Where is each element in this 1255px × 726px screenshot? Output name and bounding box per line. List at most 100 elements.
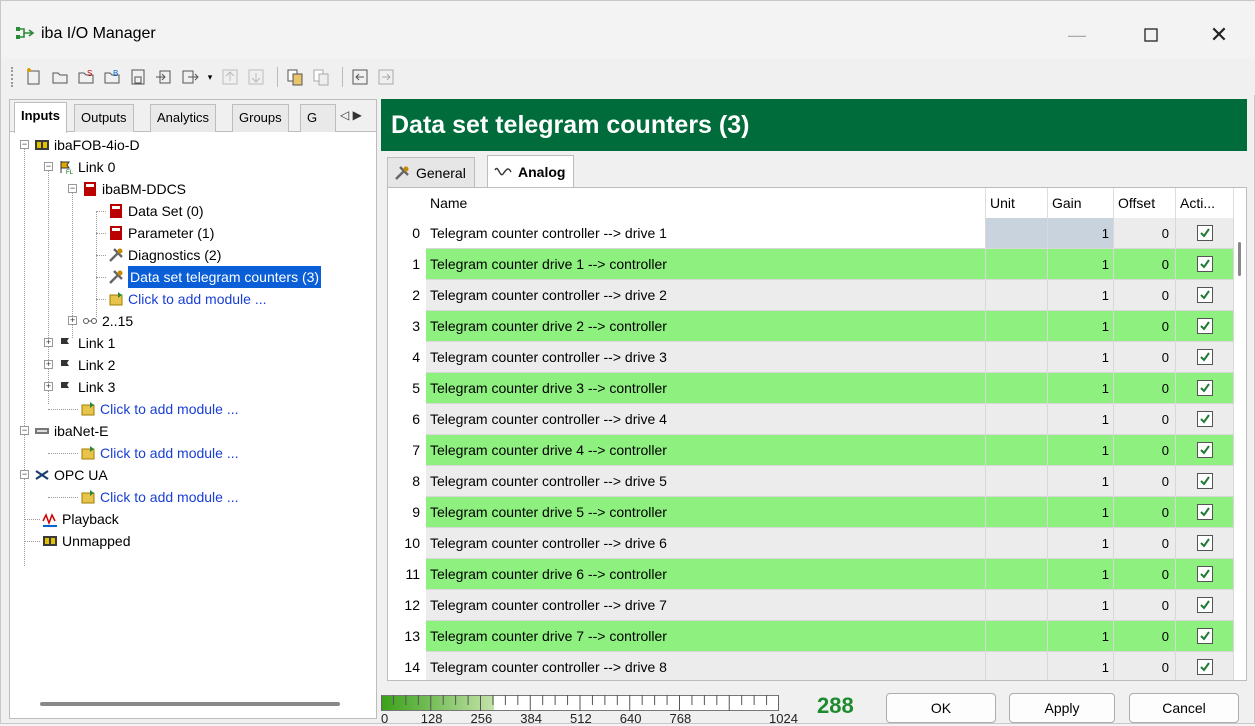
maximize-button[interactable] [1128, 15, 1174, 55]
export-icon[interactable] [179, 66, 201, 88]
table-row[interactable]: 0 Telegram counter controller --> drive 1… [388, 218, 1234, 249]
table-row[interactable]: 11 Telegram counter drive 6 --> controlle… [388, 559, 1234, 590]
table-row[interactable]: 7 Telegram counter drive 4 --> controller… [388, 435, 1234, 466]
tree-node-ibanet-e[interactable]: ibaNet-E [34, 420, 108, 442]
gain-cell[interactable]: 1 [1048, 311, 1114, 342]
active-checkbox[interactable] [1196, 473, 1213, 489]
table-row[interactable]: 8 Telegram counter controller --> drive 5… [388, 466, 1234, 497]
unit-cell[interactable] [986, 435, 1048, 466]
signal-name-cell[interactable]: Telegram counter drive 1 --> controller [426, 249, 986, 280]
gain-cell[interactable]: 1 [1048, 404, 1114, 435]
active-checkbox[interactable] [1196, 504, 1213, 520]
table-row[interactable]: 2 Telegram counter controller --> drive 2… [388, 280, 1234, 311]
unit-cell[interactable] [986, 497, 1048, 528]
active-checkbox[interactable] [1196, 535, 1213, 551]
active-checkbox[interactable] [1196, 442, 1213, 458]
open-config-s-icon[interactable]: S [75, 66, 97, 88]
unit-cell[interactable] [986, 559, 1048, 590]
tree-node-dataset[interactable]: Data Set (0) [108, 200, 203, 222]
tree-node-playback[interactable]: Playback [42, 508, 119, 530]
signal-name-cell[interactable]: Telegram counter drive 7 --> controller [426, 621, 986, 652]
active-checkbox[interactable] [1196, 597, 1213, 613]
signal-name-cell[interactable]: Telegram counter drive 6 --> controller [426, 559, 986, 590]
offset-cell[interactable]: 0 [1114, 280, 1176, 311]
gain-cell[interactable]: 1 [1048, 280, 1114, 311]
active-checkbox[interactable] [1196, 256, 1213, 272]
active-checkbox[interactable] [1196, 349, 1213, 365]
unit-cell[interactable] [986, 528, 1048, 559]
tree-node-link1[interactable]: Link 1 [58, 332, 115, 354]
table-row[interactable]: 6 Telegram counter controller --> drive 4… [388, 404, 1234, 435]
tree-node-parameter[interactable]: Parameter (1) [108, 222, 214, 244]
offset-cell[interactable]: 0 [1114, 342, 1176, 373]
offset-cell[interactable]: 0 [1114, 621, 1176, 652]
tree-node-range[interactable]: 2..15 [82, 310, 133, 332]
gain-cell[interactable]: 1 [1048, 373, 1114, 404]
tree-node-unmapped[interactable]: Unmapped [42, 530, 131, 552]
active-checkbox[interactable] [1196, 225, 1213, 241]
table-row[interactable]: 13 Telegram counter drive 7 --> controlle… [388, 621, 1234, 652]
gain-cell[interactable]: 1 [1048, 497, 1114, 528]
gain-cell[interactable]: 1 [1048, 466, 1114, 497]
apply-button[interactable]: Apply [1009, 693, 1115, 723]
offset-cell[interactable]: 0 [1114, 249, 1176, 280]
signal-name-cell[interactable]: Telegram counter drive 2 --> controller [426, 311, 986, 342]
tab-inputs[interactable]: Inputs [14, 102, 67, 133]
tree-node-add-module[interactable]: Click to add module ... [108, 288, 267, 310]
unit-cell[interactable] [986, 404, 1048, 435]
signal-name-cell[interactable]: Telegram counter controller --> drive 7 [426, 590, 986, 621]
offset-cell[interactable]: 0 [1114, 373, 1176, 404]
signal-name-cell[interactable]: Telegram counter controller --> drive 5 [426, 466, 986, 497]
signal-name-cell[interactable]: Telegram counter drive 5 --> controller [426, 497, 986, 528]
offset-cell[interactable]: 0 [1114, 435, 1176, 466]
open-folder-icon[interactable] [49, 66, 71, 88]
table-row[interactable]: 5 Telegram counter drive 3 --> controller… [388, 373, 1234, 404]
signal-name-cell[interactable]: Telegram counter controller --> drive 1 [426, 218, 986, 249]
offset-cell[interactable]: 0 [1114, 528, 1176, 559]
tree-node-add-module[interactable]: Click to add module ... [80, 398, 239, 420]
unit-cell[interactable] [986, 218, 1048, 249]
gain-cell[interactable]: 1 [1048, 621, 1114, 652]
expand-toggle[interactable]: + [44, 338, 53, 347]
tree-node-link2[interactable]: Link 2 [58, 354, 115, 376]
vertical-scrollbar[interactable] [1238, 242, 1241, 276]
collapse-toggle[interactable]: − [44, 162, 53, 171]
tree-node-link0[interactable]: FL Link 0 [58, 156, 115, 178]
table-row[interactable]: 9 Telegram counter drive 5 --> controller… [388, 497, 1234, 528]
copy-icon[interactable] [284, 66, 306, 88]
unit-cell[interactable] [986, 280, 1048, 311]
new-icon[interactable] [23, 66, 45, 88]
unit-cell[interactable] [986, 621, 1048, 652]
tree-node-fob[interactable]: ibaFOB-4io-D [34, 134, 140, 156]
signal-name-cell[interactable]: Telegram counter drive 3 --> controller [426, 373, 986, 404]
move-up-icon[interactable] [219, 66, 241, 88]
horizontal-scrollbar[interactable] [40, 702, 340, 706]
expand-toggle[interactable]: + [44, 382, 53, 391]
active-checkbox[interactable] [1196, 318, 1213, 334]
offset-cell[interactable]: 0 [1114, 559, 1176, 590]
unit-cell[interactable] [986, 311, 1048, 342]
active-checkbox[interactable] [1196, 287, 1213, 303]
column-header-gain[interactable]: Gain [1048, 188, 1114, 218]
table-row[interactable]: 14 Telegram counter controller --> drive … [388, 652, 1234, 680]
table-row[interactable]: 12 Telegram counter controller --> drive … [388, 590, 1234, 621]
table-row[interactable]: 1 Telegram counter drive 1 --> controller… [388, 249, 1234, 280]
tree-node-add-module[interactable]: Click to add module ... [80, 442, 239, 464]
collapse-toggle[interactable]: − [20, 140, 29, 149]
column-header-active[interactable]: Acti... [1176, 188, 1234, 218]
offset-cell[interactable]: 0 [1114, 466, 1176, 497]
expand-toggle[interactable]: + [44, 360, 53, 369]
offset-cell[interactable]: 0 [1114, 497, 1176, 528]
tree-node-telegram-counters[interactable]: Data set telegram counters (3) [108, 266, 322, 288]
gain-cell[interactable]: 1 [1048, 249, 1114, 280]
table-row[interactable]: 3 Telegram counter drive 2 --> controller… [388, 311, 1234, 342]
cancel-button[interactable]: Cancel [1129, 693, 1239, 723]
gain-cell[interactable]: 1 [1048, 435, 1114, 466]
tree-node-link3[interactable]: Link 3 [58, 376, 115, 398]
offset-cell[interactable]: 0 [1114, 590, 1176, 621]
table-row[interactable]: 10 Telegram counter controller --> drive … [388, 528, 1234, 559]
paste-icon[interactable] [310, 66, 332, 88]
gain-cell[interactable]: 1 [1048, 559, 1114, 590]
active-checkbox[interactable] [1196, 628, 1213, 644]
table-row[interactable]: 4 Telegram counter controller --> drive 3… [388, 342, 1234, 373]
